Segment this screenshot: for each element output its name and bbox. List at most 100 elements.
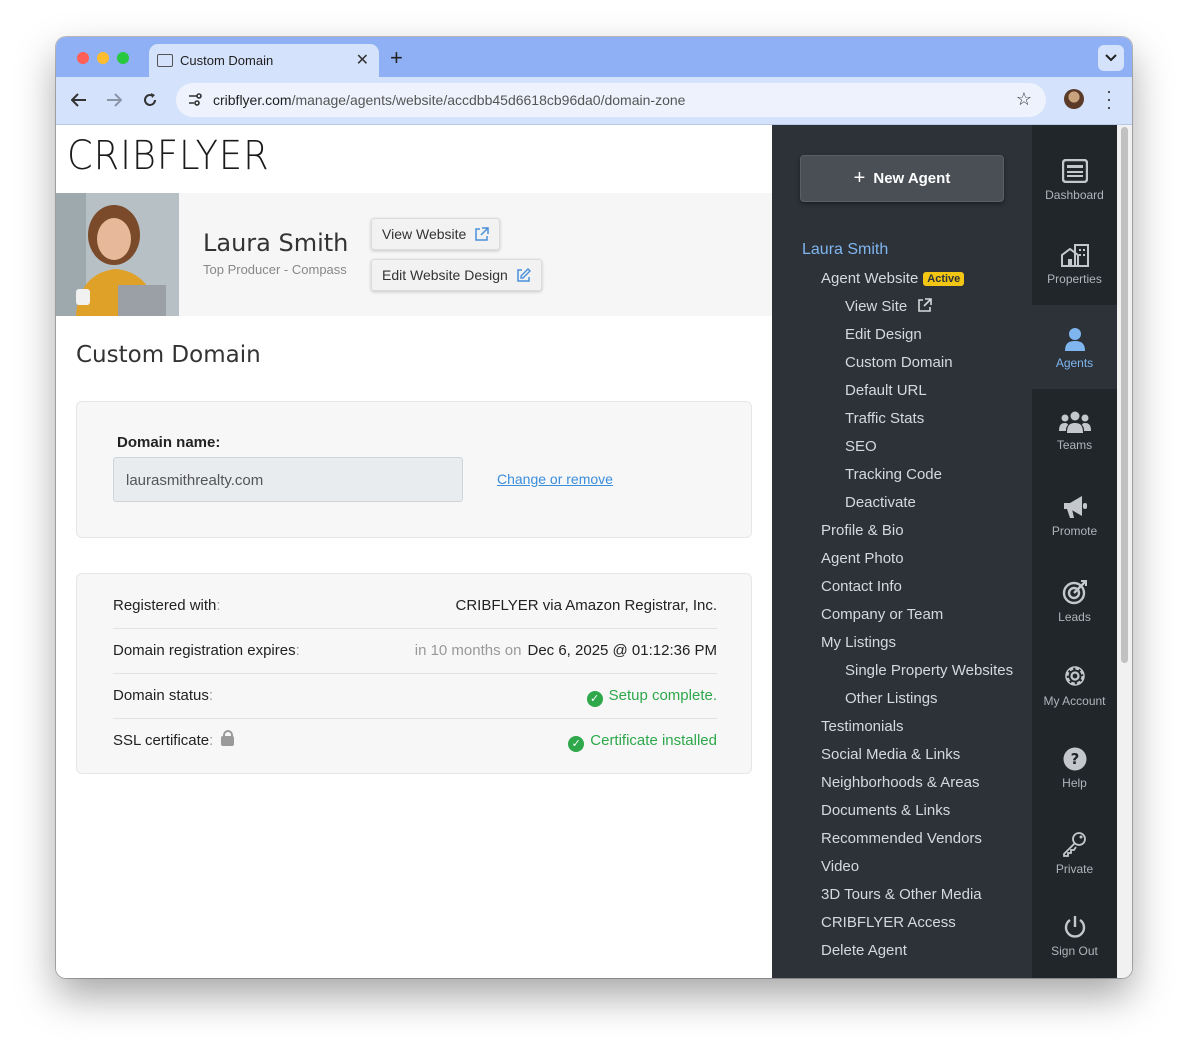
main-nav-rail: Dashboard Properties Agents Teams Promot… (1032, 125, 1117, 978)
close-window-button[interactable] (77, 52, 89, 64)
nav-teams[interactable]: Teams (1032, 389, 1117, 473)
image-icon (157, 54, 173, 67)
browser-tab[interactable]: Custom Domain ✕ (149, 44, 379, 77)
nav-help-label: Help (1062, 776, 1087, 790)
domain-status-label: Domain status (113, 687, 209, 704)
page-content: CRIBFLYER Laura Smith Top Producer - Com… (56, 125, 1132, 978)
lock-icon (221, 730, 235, 746)
sidebar-item-video[interactable]: Video (821, 858, 859, 875)
sidebar-item-contact-info[interactable]: Contact Info (821, 578, 902, 595)
page-scrollbar[interactable] (1117, 125, 1132, 978)
url-text[interactable]: cribflyer.com/manage/agents/website/accd… (213, 92, 685, 108)
sidebar-item-social-media[interactable]: Social Media & Links (821, 746, 960, 763)
close-tab-icon[interactable]: ✕ (356, 50, 369, 70)
view-website-label: View Website (382, 226, 467, 242)
person-icon (1064, 328, 1085, 351)
sidebar-item-my-listings[interactable]: My Listings (821, 634, 896, 651)
sidebar-item-cribflyer-access[interactable]: CRIBFLYER Access (821, 914, 956, 931)
edit-website-design-button[interactable]: Edit Website Design (371, 259, 542, 291)
tab-strip: Custom Domain ✕ + (56, 37, 1132, 77)
nav-teams-label: Teams (1056, 438, 1093, 452)
sidebar-item-custom-domain[interactable]: Custom Domain (845, 354, 953, 371)
agent-portrait-image (56, 193, 179, 316)
sidebar-item-recommended-vendors[interactable]: Recommended Vendors (821, 830, 982, 847)
nav-dashboard-label: Dashboard (1045, 188, 1104, 202)
reload-button[interactable] (139, 89, 161, 111)
new-agent-button[interactable]: + New Agent (800, 155, 1004, 202)
ssl-certificate-label: SSL certificate (113, 732, 210, 749)
sidebar-item-traffic-stats[interactable]: Traffic Stats (845, 410, 924, 427)
nav-properties-label: Properties (1047, 272, 1102, 286)
site-settings-icon[interactable] (186, 91, 204, 109)
browser-menu-icon[interactable]: · · · (1104, 82, 1114, 116)
browser-window: Custom Domain ✕ + cribflyer.com/manage/a… (56, 37, 1132, 978)
power-icon (1064, 916, 1085, 938)
nav-promote[interactable]: Promote (1032, 473, 1117, 557)
minimize-window-button[interactable] (97, 52, 109, 64)
sidebar-item-profile-bio[interactable]: Profile & Bio (821, 522, 904, 539)
sidebar-item-edit-design[interactable]: Edit Design (845, 326, 922, 343)
back-button[interactable] (68, 89, 90, 111)
sidebar-item-tracking-code[interactable]: Tracking Code (845, 466, 942, 483)
nav-leads[interactable]: Leads (1032, 557, 1117, 641)
sidebar-item-view-site[interactable]: View Site (845, 298, 933, 315)
address-bar[interactable]: cribflyer.com/manage/agents/website/accd… (176, 83, 1046, 117)
sidebar-item-agent-website[interactable]: Agent Website Active (821, 270, 965, 287)
sidebar-item-documents[interactable]: Documents & Links (821, 802, 950, 819)
check-circle-icon: ✓ (586, 691, 603, 707)
cribflyer-logo[interactable]: CRIBFLYER (67, 133, 270, 179)
check-circle-icon: ✓ (568, 736, 585, 752)
bookmark-star-icon[interactable]: ☆ (1016, 89, 1032, 110)
nav-properties[interactable]: Properties (1032, 221, 1117, 305)
agent-title: Top Producer - Compass (203, 262, 347, 277)
sidebar-item-other-listings[interactable]: Other Listings (845, 690, 938, 707)
buildings-icon (1060, 244, 1089, 267)
sidebar-item-deactivate[interactable]: Deactivate (845, 494, 916, 511)
external-link-icon (918, 298, 933, 312)
nav-private-label: Private (1055, 862, 1094, 876)
question-circle-icon: ? (1063, 747, 1086, 771)
forward-button[interactable] (103, 89, 125, 111)
view-website-button[interactable]: View Website (371, 218, 501, 250)
sidebar-item-neighborhoods[interactable]: Neighborhoods & Areas (821, 774, 979, 791)
change-or-remove-link[interactable]: Change or remove (497, 471, 613, 487)
nav-dashboard[interactable]: Dashboard (1032, 137, 1117, 221)
main-panel: CRIBFLYER Laura Smith Top Producer - Com… (56, 125, 772, 978)
sidebar-item-delete-agent[interactable]: Delete Agent (821, 942, 907, 959)
url-host: cribflyer.com (213, 92, 292, 108)
maximize-window-button[interactable] (117, 52, 129, 64)
nav-help[interactable]: ? Help (1032, 725, 1117, 809)
profile-avatar[interactable] (1064, 89, 1084, 109)
sidebar-item-seo[interactable]: SEO (845, 438, 877, 455)
registered-with-label: Registered with (113, 597, 217, 614)
active-badge: Active (923, 272, 965, 286)
agent-banner: Laura Smith Top Producer - Compass View … (56, 193, 772, 316)
page-title: Custom Domain (76, 342, 261, 368)
expires-relative-text: in 10 months on (414, 642, 522, 659)
tab-search-button[interactable] (1098, 45, 1124, 71)
sidebar-item-agent-photo[interactable]: Agent Photo (821, 550, 904, 567)
nav-sign-out-label: Sign Out (1051, 944, 1098, 958)
arrow-left-icon (71, 93, 86, 107)
sidebar-item-company-team[interactable]: Company or Team (821, 606, 943, 623)
expires-date-value: Dec 6, 2025 @ 01:12:36 PM (527, 642, 717, 659)
nav-sign-out[interactable]: Sign Out (1032, 893, 1117, 977)
domain-status-value: Setup complete. (608, 687, 717, 704)
domain-status-row: Domain status: ✓ Setup complete. (113, 674, 717, 719)
sidebar-item-testimonials[interactable]: Testimonials (821, 718, 904, 735)
browser-toolbar: cribflyer.com/manage/agents/website/accd… (56, 77, 1132, 125)
nav-private[interactable]: Private (1032, 809, 1117, 893)
sidebar-item-3d-tours[interactable]: 3D Tours & Other Media (821, 886, 982, 903)
target-icon (1062, 580, 1087, 605)
scrollbar-thumb[interactable] (1121, 127, 1128, 663)
nav-my-account[interactable]: My Account (1032, 641, 1117, 725)
external-link-icon (475, 226, 490, 241)
registered-with-row: Registered with: CRIBFLYER via Amazon Re… (113, 584, 717, 629)
sidebar-item-default-url[interactable]: Default URL (845, 382, 927, 399)
new-tab-button[interactable]: + (390, 45, 403, 71)
nav-my-account-label: My Account (1043, 694, 1106, 708)
sidebar-agent-name[interactable]: Laura Smith (802, 241, 888, 259)
chevron-down-icon (1105, 54, 1117, 62)
sidebar-item-single-property-websites[interactable]: Single Property Websites (845, 662, 1013, 679)
nav-agents[interactable]: Agents (1032, 305, 1117, 389)
